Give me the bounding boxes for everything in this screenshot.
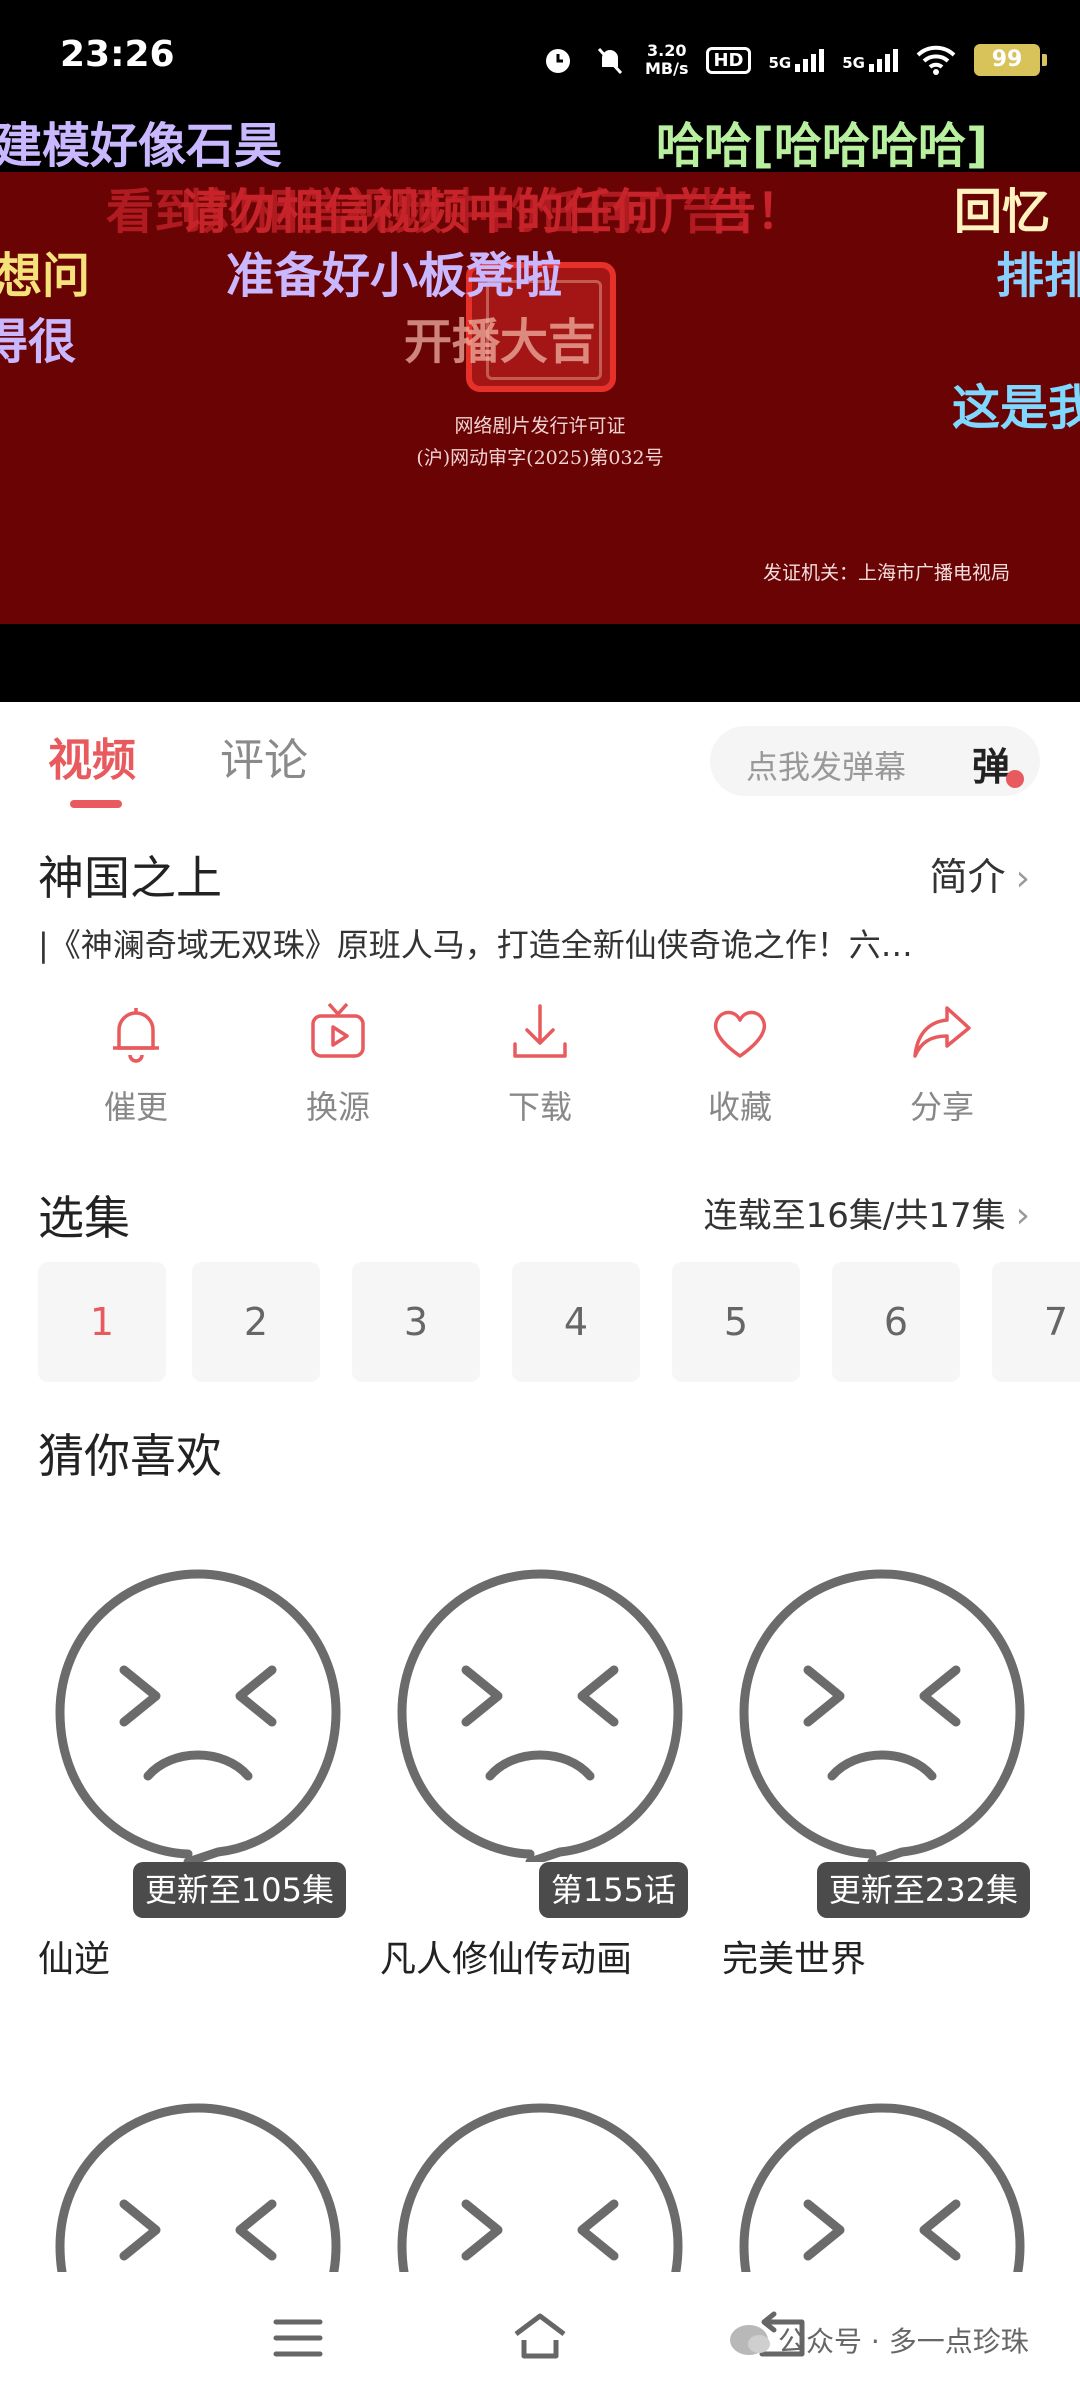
danmaku-item: 回忆: [954, 184, 1051, 240]
recommend-name: 凡人修仙传动画: [380, 1939, 633, 1980]
danmaku-item: 准备好小板凳啦: [226, 248, 563, 304]
load-failed-face-icon: [739, 1569, 1025, 1862]
download-button[interactable]: 下载: [470, 998, 610, 1128]
danmaku-item: 这是我: [952, 380, 1080, 436]
net-speed-value: 3.20: [647, 41, 687, 60]
danmaku-item: 开播大吉: [404, 314, 597, 370]
share-icon: [913, 1006, 971, 1058]
episode-item[interactable]: 7: [992, 1262, 1080, 1382]
action-label: 下载: [507, 1088, 572, 1126]
status-icons: 3.20 MB/s HD 5G 5G 99: [541, 30, 1047, 90]
share-button[interactable]: 分享: [872, 998, 1012, 1128]
switch-source-button[interactable]: 换源: [268, 998, 408, 1128]
danmaku-toggle-button[interactable]: 弹: [972, 736, 1010, 791]
sim1-signal: 5G: [768, 48, 825, 72]
update-badge: 更新至105集: [132, 1862, 346, 1918]
download-icon: [513, 1004, 567, 1058]
danmaku-item: 得很: [0, 314, 77, 370]
net-speed-unit: MB/s: [645, 59, 689, 78]
danmaku-item: 哈哈[哈哈哈哈]: [656, 120, 988, 174]
wifi-icon: [916, 45, 956, 75]
heart-icon: [713, 1010, 767, 1058]
danmaku-item: 想问: [0, 248, 91, 304]
favorite-button[interactable]: 收藏: [670, 998, 810, 1128]
load-failed-face-icon: [397, 2103, 683, 2272]
danmaku-input[interactable]: 点我发弹幕 弹: [710, 726, 1040, 796]
danmaku-item: 建模好像石昊: [0, 120, 283, 174]
episodes-title: 选集: [38, 1191, 130, 1245]
action-label: 催更: [103, 1088, 168, 1126]
sim2-label: 5G: [842, 53, 865, 72]
load-failed-face-icon: [55, 2103, 341, 2272]
urge-update-button[interactable]: 催更: [66, 998, 206, 1128]
update-badge: 第155话: [538, 1862, 688, 1918]
show-title: 神国之上: [38, 851, 222, 905]
action-label: 分享: [909, 1088, 974, 1126]
episode-item[interactable]: 5: [672, 1262, 800, 1382]
episode-item[interactable]: 6: [832, 1262, 960, 1382]
hd-voice-badge: HD: [706, 46, 751, 74]
recommend-card[interactable]: 更新至232集 完美世界: [722, 1562, 1042, 1980]
episode-list[interactable]: 1 2 3 4 5 6 7: [38, 1262, 1080, 1384]
episode-item[interactable]: 3: [352, 1262, 480, 1382]
episode-item[interactable]: 4: [512, 1262, 640, 1382]
alarm-icon: [546, 49, 570, 73]
sim1-label: 5G: [768, 53, 792, 72]
chevron-right-icon: ›: [1015, 1195, 1030, 1236]
load-failed-face-icon: [55, 1569, 341, 1862]
episodes-info: 连载至16集/共17集: [703, 1196, 1006, 1236]
recommend-card[interactable]: [38, 2096, 358, 2272]
action-label: 收藏: [707, 1088, 772, 1126]
show-description[interactable]: |《神澜奇域无双珠》原班人马，打造全新仙侠奇诡之作！六…: [38, 920, 1038, 966]
recommend-name: 仙逆: [38, 1939, 111, 1980]
home-icon[interactable]: [510, 2310, 570, 2362]
battery-indicator: 99: [974, 44, 1047, 76]
episodes-more[interactable]: 连载至16集/共17集 ›: [704, 1188, 1030, 1237]
recommend-name: 完美世界: [722, 1939, 867, 1980]
load-failed-face-icon: [739, 2103, 1025, 2272]
license-text: 网络剧片发行许可证 (沪)网动审字(2025)第032号: [0, 410, 1080, 474]
mute-bell-icon: [597, 47, 623, 75]
chevron-right-icon: ›: [1015, 858, 1030, 899]
action-row: 催更 换源 下载 收藏 分享: [0, 998, 1080, 1158]
wechat-icon: [730, 2325, 770, 2355]
recommend-title: 猜你喜欢: [38, 1429, 222, 1483]
net-speed: 3.20 MB/s: [645, 42, 688, 78]
license-issuer: 发证机关：上海市广播电视局: [762, 562, 1010, 584]
bell-icon: [113, 1008, 159, 1063]
video-player[interactable]: 网络剧片发行许可证 (沪)网动审字(2025)第032号 发证机关：上海市广播电…: [0, 120, 1080, 702]
danmaku-item: 请勿相信视频中的任何广告！: [180, 184, 805, 240]
system-nav-bar: 公众号 · 多一点珍珠: [0, 2272, 1080, 2400]
recommend-card[interactable]: [722, 2096, 1042, 2272]
recommend-card[interactable]: 第155话 凡人修仙传动画: [380, 1562, 700, 1980]
wechat-watermark: 公众号 · 多一点珍珠: [730, 2320, 1029, 2360]
tv-play-icon: [311, 1002, 365, 1058]
update-badge: 更新至232集: [816, 1862, 1030, 1918]
episode-item[interactable]: 2: [192, 1262, 320, 1382]
status-bar: 23:26 3.20 MB/s HD 5G 5G 99: [0, 0, 1080, 120]
license-line-2: (沪)网动审字(2025)第032号: [416, 447, 664, 469]
sim2-signal: 5G: [842, 48, 898, 72]
tab-comment[interactable]: 评论: [220, 724, 308, 788]
tab-video[interactable]: 视频: [48, 724, 136, 788]
danmaku-item: 排排: [996, 248, 1080, 304]
action-label: 换源: [305, 1088, 370, 1126]
danmaku-on-check-icon: [1006, 770, 1024, 788]
intro-link[interactable]: 简介 ›: [930, 846, 1030, 901]
recommend-card[interactable]: 更新至105集 仙逆: [38, 1562, 358, 1980]
signal-bars-icon: [869, 48, 898, 72]
episode-item[interactable]: 1: [38, 1262, 166, 1382]
intro-label: 简介: [929, 855, 1006, 899]
danmaku-input-placeholder: 点我发弹幕: [746, 748, 907, 786]
tab-active-indicator: [70, 800, 122, 808]
signal-bars-icon: [795, 48, 825, 72]
load-failed-face-icon: [397, 1569, 683, 1862]
recommend-card[interactable]: [380, 2096, 700, 2272]
detail-tabs: 视频 评论 点我发弹幕 弹: [0, 702, 1080, 822]
status-time: 23:26: [60, 34, 175, 75]
license-line-1: 网络剧片发行许可证: [454, 415, 626, 437]
watermark-text: 公众号 · 多一点珍珠: [778, 2325, 1029, 2358]
menu-icon[interactable]: [272, 2316, 324, 2360]
